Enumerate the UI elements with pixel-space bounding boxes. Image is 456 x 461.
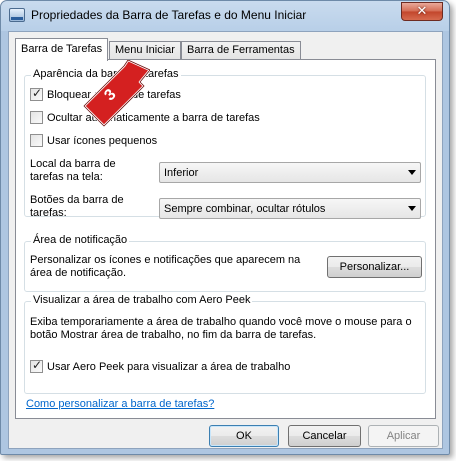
close-icon: ✕ (416, 4, 428, 19)
aero-peek-group-title: Visualizar a área de trabalho com Aero P… (31, 294, 253, 306)
ok-button[interactable]: OK (209, 425, 279, 447)
properties-dialog: Propriedades da Barra de Tarefas e do Me… (0, 0, 450, 455)
autohide-option[interactable]: Ocultar automaticamente a barra de taref… (30, 111, 260, 124)
chevron-down-icon (408, 170, 416, 175)
autohide-label: Ocultar automaticamente a barra de taref… (47, 111, 260, 124)
tab-menu-iniciar[interactable]: Menu Iniciar (109, 41, 181, 60)
lock-taskbar-label: Bloquear a barra de tarefas (47, 88, 181, 101)
aero-peek-description: Exiba temporariamente a área de trabalho… (30, 316, 412, 341)
tab-panel: Aparência da barra de tarefas Bloquear a… (15, 59, 436, 419)
aero-peek-group: Visualizar a área de trabalho com Aero P… (24, 294, 426, 394)
chevron-down-icon (408, 206, 416, 211)
aero-peek-option[interactable]: Usar Aero Peek para visualizar a área de… (30, 358, 291, 373)
buttons-label: Botões da barra de tarefas: (30, 194, 124, 219)
help-link[interactable]: Como personalizar a barra de tarefas? (26, 398, 214, 410)
aero-peek-checkbox[interactable] (30, 358, 43, 373)
tab-barra-de-ferramentas[interactable]: Barra de Ferramentas (181, 41, 301, 60)
small-icons-checkbox[interactable] (30, 134, 43, 147)
taskbar-icon (9, 8, 25, 22)
notification-group: Área de notificação Personalizar os ícon… (24, 234, 426, 292)
tab-barra-de-tarefas[interactable]: Barra de Tarefas (15, 38, 109, 61)
small-icons-label: Usar ícones pequenos (47, 134, 158, 147)
customize-button[interactable]: Personalizar... (327, 256, 422, 278)
lock-taskbar-option[interactable]: Bloquear a barra de tarefas (30, 86, 181, 101)
appearance-group-title: Aparência da barra de tarefas (31, 68, 181, 80)
notification-description: Personalizar os ícones e notificações qu… (30, 254, 301, 279)
buttons-dropdown[interactable]: Sempre combinar, ocultar rótulos (159, 198, 421, 219)
notification-group-title: Área de notificação (31, 234, 130, 246)
window-title: Propriedades da Barra de Tarefas e do Me… (31, 8, 307, 22)
apply-button[interactable]: Aplicar (368, 425, 439, 447)
autohide-checkbox[interactable] (30, 111, 43, 124)
close-button[interactable]: ✕ (401, 2, 443, 21)
buttons-value: Sempre combinar, ocultar rótulos (164, 202, 326, 215)
location-value: Inferior (164, 166, 199, 179)
small-icons-option[interactable]: Usar ícones pequenos (30, 134, 157, 147)
lock-taskbar-checkbox[interactable] (30, 86, 43, 101)
location-dropdown[interactable]: Inferior (159, 162, 421, 183)
location-label: Local da barra de tarefas na tela: (30, 158, 116, 183)
title-bar[interactable]: Propriedades da Barra de Tarefas e do Me… (1, 1, 449, 31)
cancel-button[interactable]: Cancelar (288, 425, 361, 447)
dialog-body: Barra de Tarefas Menu Iniciar Barra de F… (8, 31, 443, 449)
aero-peek-label: Usar Aero Peek para visualizar a área de… (47, 360, 291, 373)
appearance-group: Aparência da barra de tarefas Bloquear a… (24, 68, 426, 219)
